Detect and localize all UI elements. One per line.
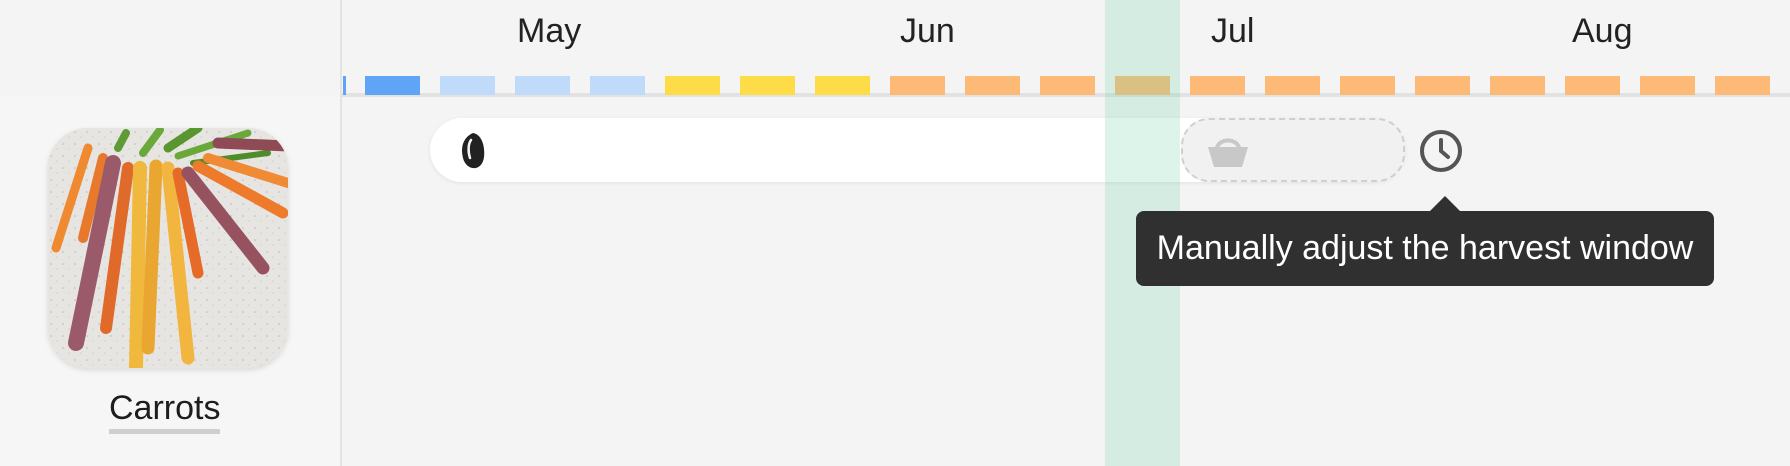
week-segment-harvest xyxy=(1265,76,1320,95)
week-segment-sow-indoor-light xyxy=(590,76,645,95)
week-segment-transplant xyxy=(665,76,720,95)
harvest-window[interactable] xyxy=(1181,118,1405,182)
week-segment-harvest xyxy=(1640,76,1695,95)
header-left-spacer xyxy=(0,0,342,97)
plant-image[interactable] xyxy=(48,128,288,368)
week-segment-sow-indoor xyxy=(365,76,420,95)
month-label-may: May xyxy=(517,12,582,50)
week-segment-harvest xyxy=(1040,76,1095,95)
plant-name-link[interactable]: Carrots xyxy=(109,388,221,434)
month-label-jul: Jul xyxy=(1211,12,1255,50)
month-label-aug: Aug xyxy=(1572,12,1633,50)
week-segment-harvest xyxy=(1340,76,1395,95)
week-segment-harvest xyxy=(1715,76,1770,95)
week-segment-sow-indoor-light xyxy=(440,76,495,95)
week-segment-harvest xyxy=(1190,76,1245,95)
clock-icon[interactable] xyxy=(1418,128,1464,174)
basket-icon xyxy=(1208,138,1248,167)
carrots-photo-icon xyxy=(48,128,288,368)
week-segment-harvest xyxy=(965,76,1020,95)
week-segment-harvest xyxy=(1115,76,1170,95)
week-segment-partial xyxy=(343,76,346,95)
week-segment-harvest xyxy=(1490,76,1545,95)
timeline-header: May Jun Jul Aug xyxy=(0,0,1790,97)
week-segment-harvest xyxy=(1565,76,1620,95)
seed-icon xyxy=(462,133,485,169)
month-label-jun: Jun xyxy=(900,12,955,50)
week-segment-harvest xyxy=(890,76,945,95)
week-segment-transplant xyxy=(740,76,795,95)
week-strip xyxy=(343,76,1790,95)
week-segment-transplant xyxy=(815,76,870,95)
week-segment-harvest xyxy=(1415,76,1470,95)
tooltip: Manually adjust the harvest window xyxy=(1136,196,1714,286)
week-segment-sow-indoor-light xyxy=(515,76,570,95)
